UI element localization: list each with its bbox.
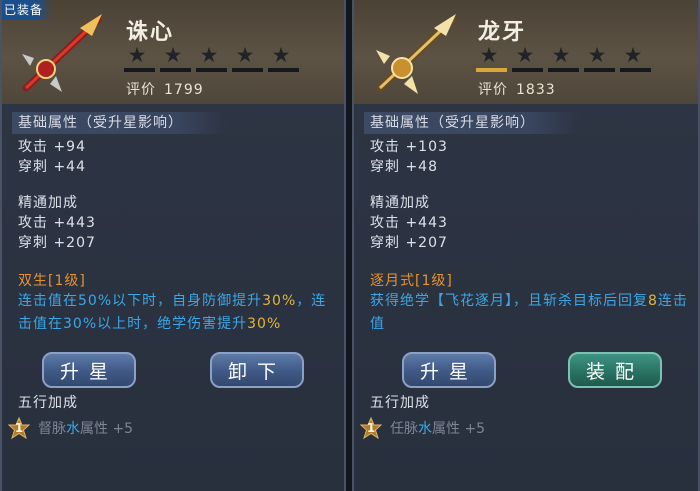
star-progress-segment <box>620 68 651 72</box>
skill-highlight: 30% <box>262 293 297 309</box>
star-icon: ★ <box>623 43 643 67</box>
button-label: 装配 <box>585 361 644 383</box>
skill-highlight: 8 <box>648 293 658 309</box>
rating-label: 评价 <box>126 82 156 98</box>
compare-weapon-panel: 龙牙 ★ ★ ★ ★ ★ 评价 1833 基础属性（受升星影响） 攻击 +103 … <box>352 0 700 491</box>
meridian-name: 任脉 <box>390 421 418 437</box>
equipped-tag: 已装备 <box>2 0 52 20</box>
weapon-header: 龙牙 ★ ★ ★ ★ ★ 评价 1833 <box>354 0 698 104</box>
weapon-zhuxin-icon <box>22 14 102 92</box>
skill-highlight: 30% <box>247 316 282 332</box>
star-icon: ★ <box>199 43 219 67</box>
button-label: 升星 <box>419 361 478 383</box>
equip-button[interactable]: 装配 <box>568 352 662 388</box>
button-label: 卸下 <box>227 361 286 383</box>
weapon-details: 基础属性（受升星影响） 攻击 +94 穿刺 +44 精通加成 攻击 +443 穿… <box>2 104 344 491</box>
star-progress-segment <box>584 68 615 72</box>
star-progress-bars <box>476 68 651 72</box>
level-badge-icon: 1 <box>8 417 30 439</box>
skill-name: 逐月式[1级] <box>370 273 453 289</box>
weapon-longya-icon <box>376 14 456 94</box>
element-bonus: 属性 +5 <box>80 421 134 437</box>
star-progress-segment <box>268 68 299 72</box>
rating-label: 评价 <box>478 82 508 98</box>
star-icon: ★ <box>479 43 499 67</box>
rating: 评价 1833 <box>478 79 556 99</box>
element-name: 水 <box>418 421 432 437</box>
star-icon: ★ <box>515 43 535 67</box>
rating: 评价 1799 <box>126 79 204 99</box>
star-icon: ★ <box>235 43 255 67</box>
unequip-button[interactable]: 卸下 <box>210 352 304 388</box>
mastery-stat: 穿刺 +207 <box>18 235 96 251</box>
base-stat: 穿刺 +44 <box>18 159 86 175</box>
rating-value: 1833 <box>516 82 556 98</box>
wuxing-bonus: 1 任脉水属性 +5 <box>360 416 485 440</box>
skill-text: 连击值在50%以下时，自身防御提升 <box>18 293 263 309</box>
star-progress-segment <box>512 68 543 72</box>
meridian-name: 督脉 <box>38 421 66 437</box>
mastery-title: 精通加成 <box>370 195 430 211</box>
wuxing-title: 五行加成 <box>18 395 78 411</box>
button-label: 升星 <box>59 361 118 383</box>
mastery-title: 精通加成 <box>18 195 78 211</box>
base-stat: 攻击 +103 <box>370 139 448 155</box>
base-stat: 穿刺 +48 <box>370 159 438 175</box>
rating-value: 1799 <box>164 82 204 98</box>
base-attributes-title: 基础属性（受升星影响） <box>12 112 228 134</box>
star-progress-segment <box>548 68 579 72</box>
mastery-stat: 攻击 +443 <box>18 215 96 231</box>
star-icon: ★ <box>271 43 291 67</box>
upgrade-star-button[interactable]: 升星 <box>402 352 496 388</box>
star-icon: ★ <box>163 43 183 67</box>
star-icon: ★ <box>587 43 607 67</box>
weapon-details: 基础属性（受升星影响） 攻击 +103 穿刺 +48 精通加成 攻击 +443 … <box>354 104 698 491</box>
badge-number: 1 <box>366 421 376 435</box>
mastery-stat: 穿刺 +207 <box>370 235 448 251</box>
skill-name: 双生[1级] <box>18 273 86 289</box>
star-icon: ★ <box>551 43 571 67</box>
weapon-header: 已装备 诛心 ★ ★ ★ ★ ★ 评价 1799 <box>2 0 344 104</box>
level-badge-icon: 1 <box>360 417 382 439</box>
badge-number: 1 <box>14 421 24 435</box>
element-name: 水 <box>66 421 80 437</box>
mastery-stat: 攻击 +443 <box>370 215 448 231</box>
element-bonus: 属性 +5 <box>432 421 486 437</box>
base-stat: 攻击 +94 <box>18 139 86 155</box>
star-progress-segment <box>196 68 227 72</box>
skill-text: 获得绝学【飞花逐月】，且斩杀目标后回复 <box>370 293 648 309</box>
skill-description: 连击值在50%以下时，自身防御提升30%，连击值在30%以上时，绝学伤害提升30… <box>18 290 338 336</box>
star-rating: ★ ★ ★ ★ ★ <box>478 44 644 66</box>
star-progress-segment <box>476 68 507 72</box>
star-rating: ★ ★ ★ ★ ★ <box>126 44 292 66</box>
wuxing-title: 五行加成 <box>370 395 430 411</box>
star-progress-segment <box>124 68 155 72</box>
upgrade-star-button[interactable]: 升星 <box>42 352 136 388</box>
weapon-name: 诛心 <box>126 20 175 45</box>
star-progress-segment <box>232 68 263 72</box>
equipped-weapon-panel: 已装备 诛心 ★ ★ ★ ★ ★ 评价 1799 基础属性（受升星影响） 攻击 +… <box>0 0 346 491</box>
wuxing-bonus: 1 督脉水属性 +5 <box>8 416 133 440</box>
star-progress-segment <box>160 68 191 72</box>
skill-description: 获得绝学【飞花逐月】，且斩杀目标后回复8连击值 <box>370 290 690 336</box>
weapon-name: 龙牙 <box>478 20 527 45</box>
base-attributes-title: 基础属性（受升星影响） <box>364 112 580 134</box>
star-progress-bars <box>124 68 299 72</box>
star-icon: ★ <box>127 43 147 67</box>
